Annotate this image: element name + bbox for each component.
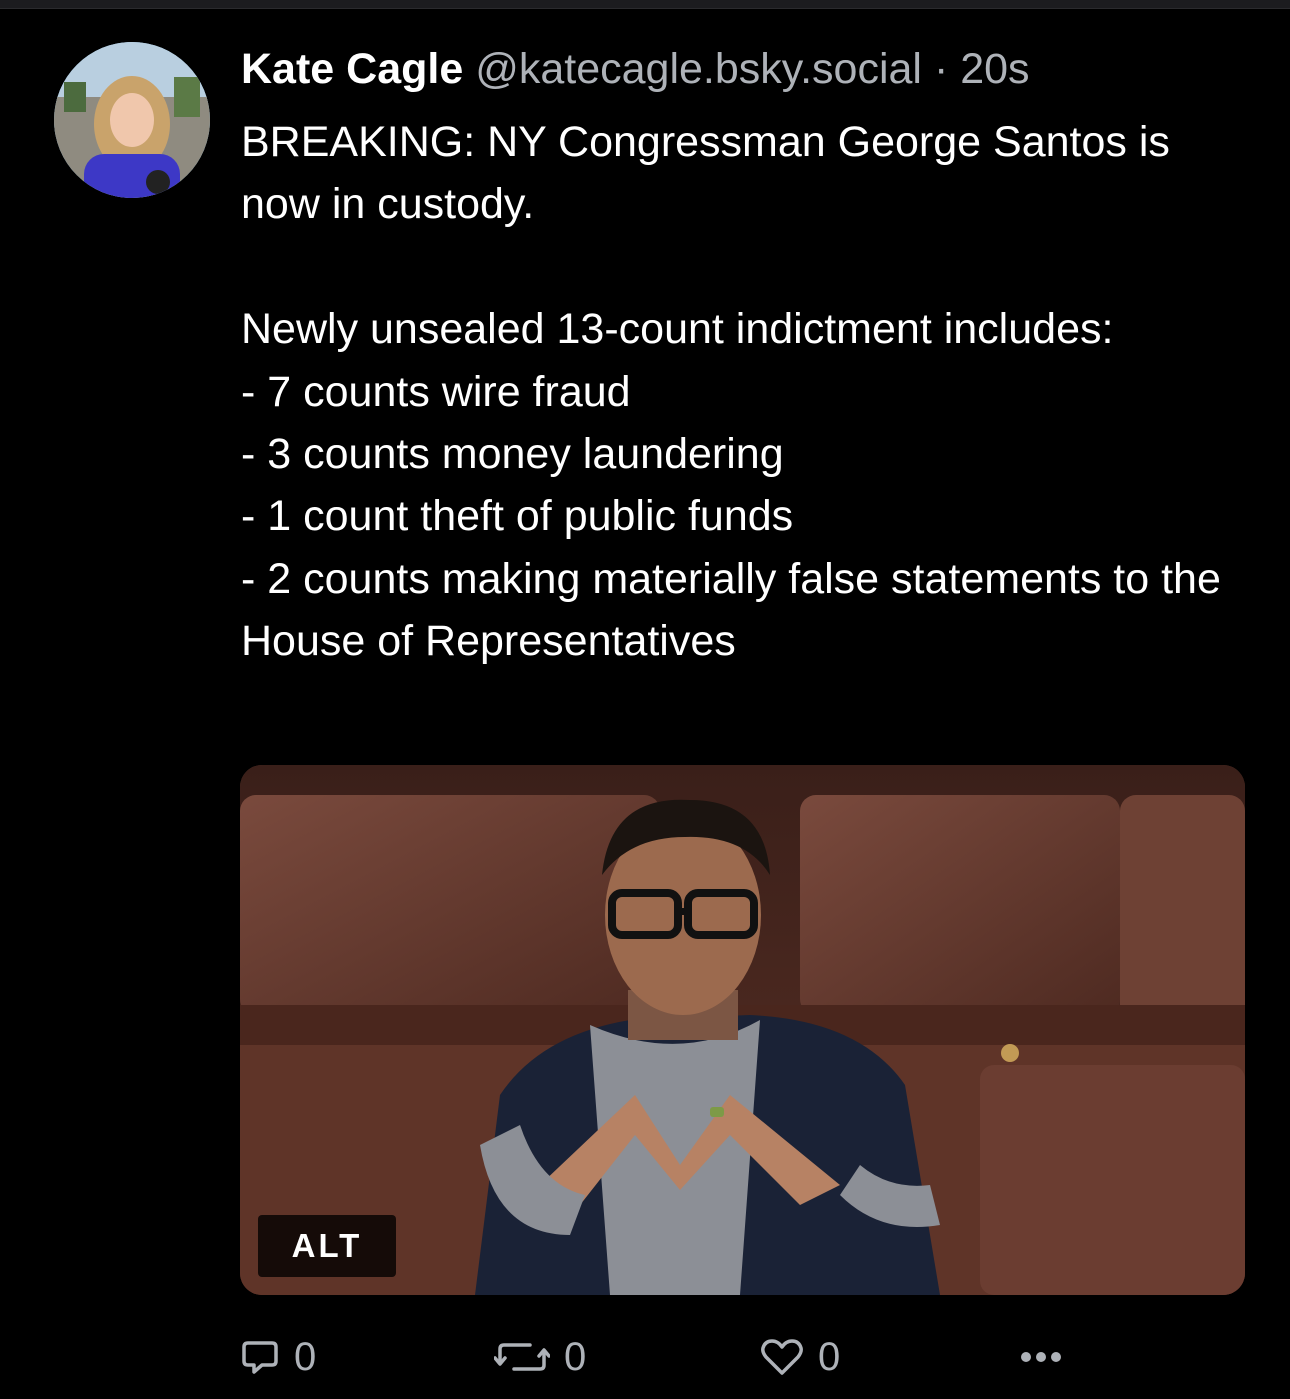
author-display-name[interactable]: Kate Cagle	[241, 45, 463, 93]
post-actions: 0 0 0	[240, 1327, 1250, 1387]
post-header: Kate Cagle @katecagle.bsky.social · 20s	[241, 43, 1030, 95]
post[interactable]: Kate Cagle @katecagle.bsky.social · 20s …	[0, 9, 1290, 1399]
reply-count: 0	[294, 1334, 317, 1379]
post-timestamp[interactable]: 20s	[960, 45, 1029, 93]
alt-text-button[interactable]: ALT	[258, 1215, 396, 1277]
author-avatar[interactable]	[54, 42, 210, 198]
top-divider	[0, 0, 1290, 9]
more-options-button[interactable]	[1018, 1327, 1064, 1387]
like-button[interactable]: 0	[760, 1327, 840, 1387]
repost-arrows-icon	[494, 1343, 550, 1371]
like-count: 0	[818, 1334, 841, 1379]
repost-button[interactable]: 0	[494, 1327, 586, 1387]
avatar-photo	[54, 42, 210, 198]
post-body-text: BREAKING: NY Congressman George Santos i…	[241, 118, 1221, 666]
post-image[interactable]: ALT	[240, 765, 1245, 1295]
author-handle[interactable]: @katecagle.bsky.social	[475, 45, 922, 93]
speech-bubble-icon	[242, 1341, 278, 1374]
reply-button[interactable]: 0	[240, 1327, 316, 1387]
ellipsis-icon	[1021, 1352, 1061, 1362]
heart-outline-icon	[761, 1339, 803, 1375]
repost-count: 0	[564, 1334, 587, 1379]
header-separator: ·	[933, 45, 949, 93]
